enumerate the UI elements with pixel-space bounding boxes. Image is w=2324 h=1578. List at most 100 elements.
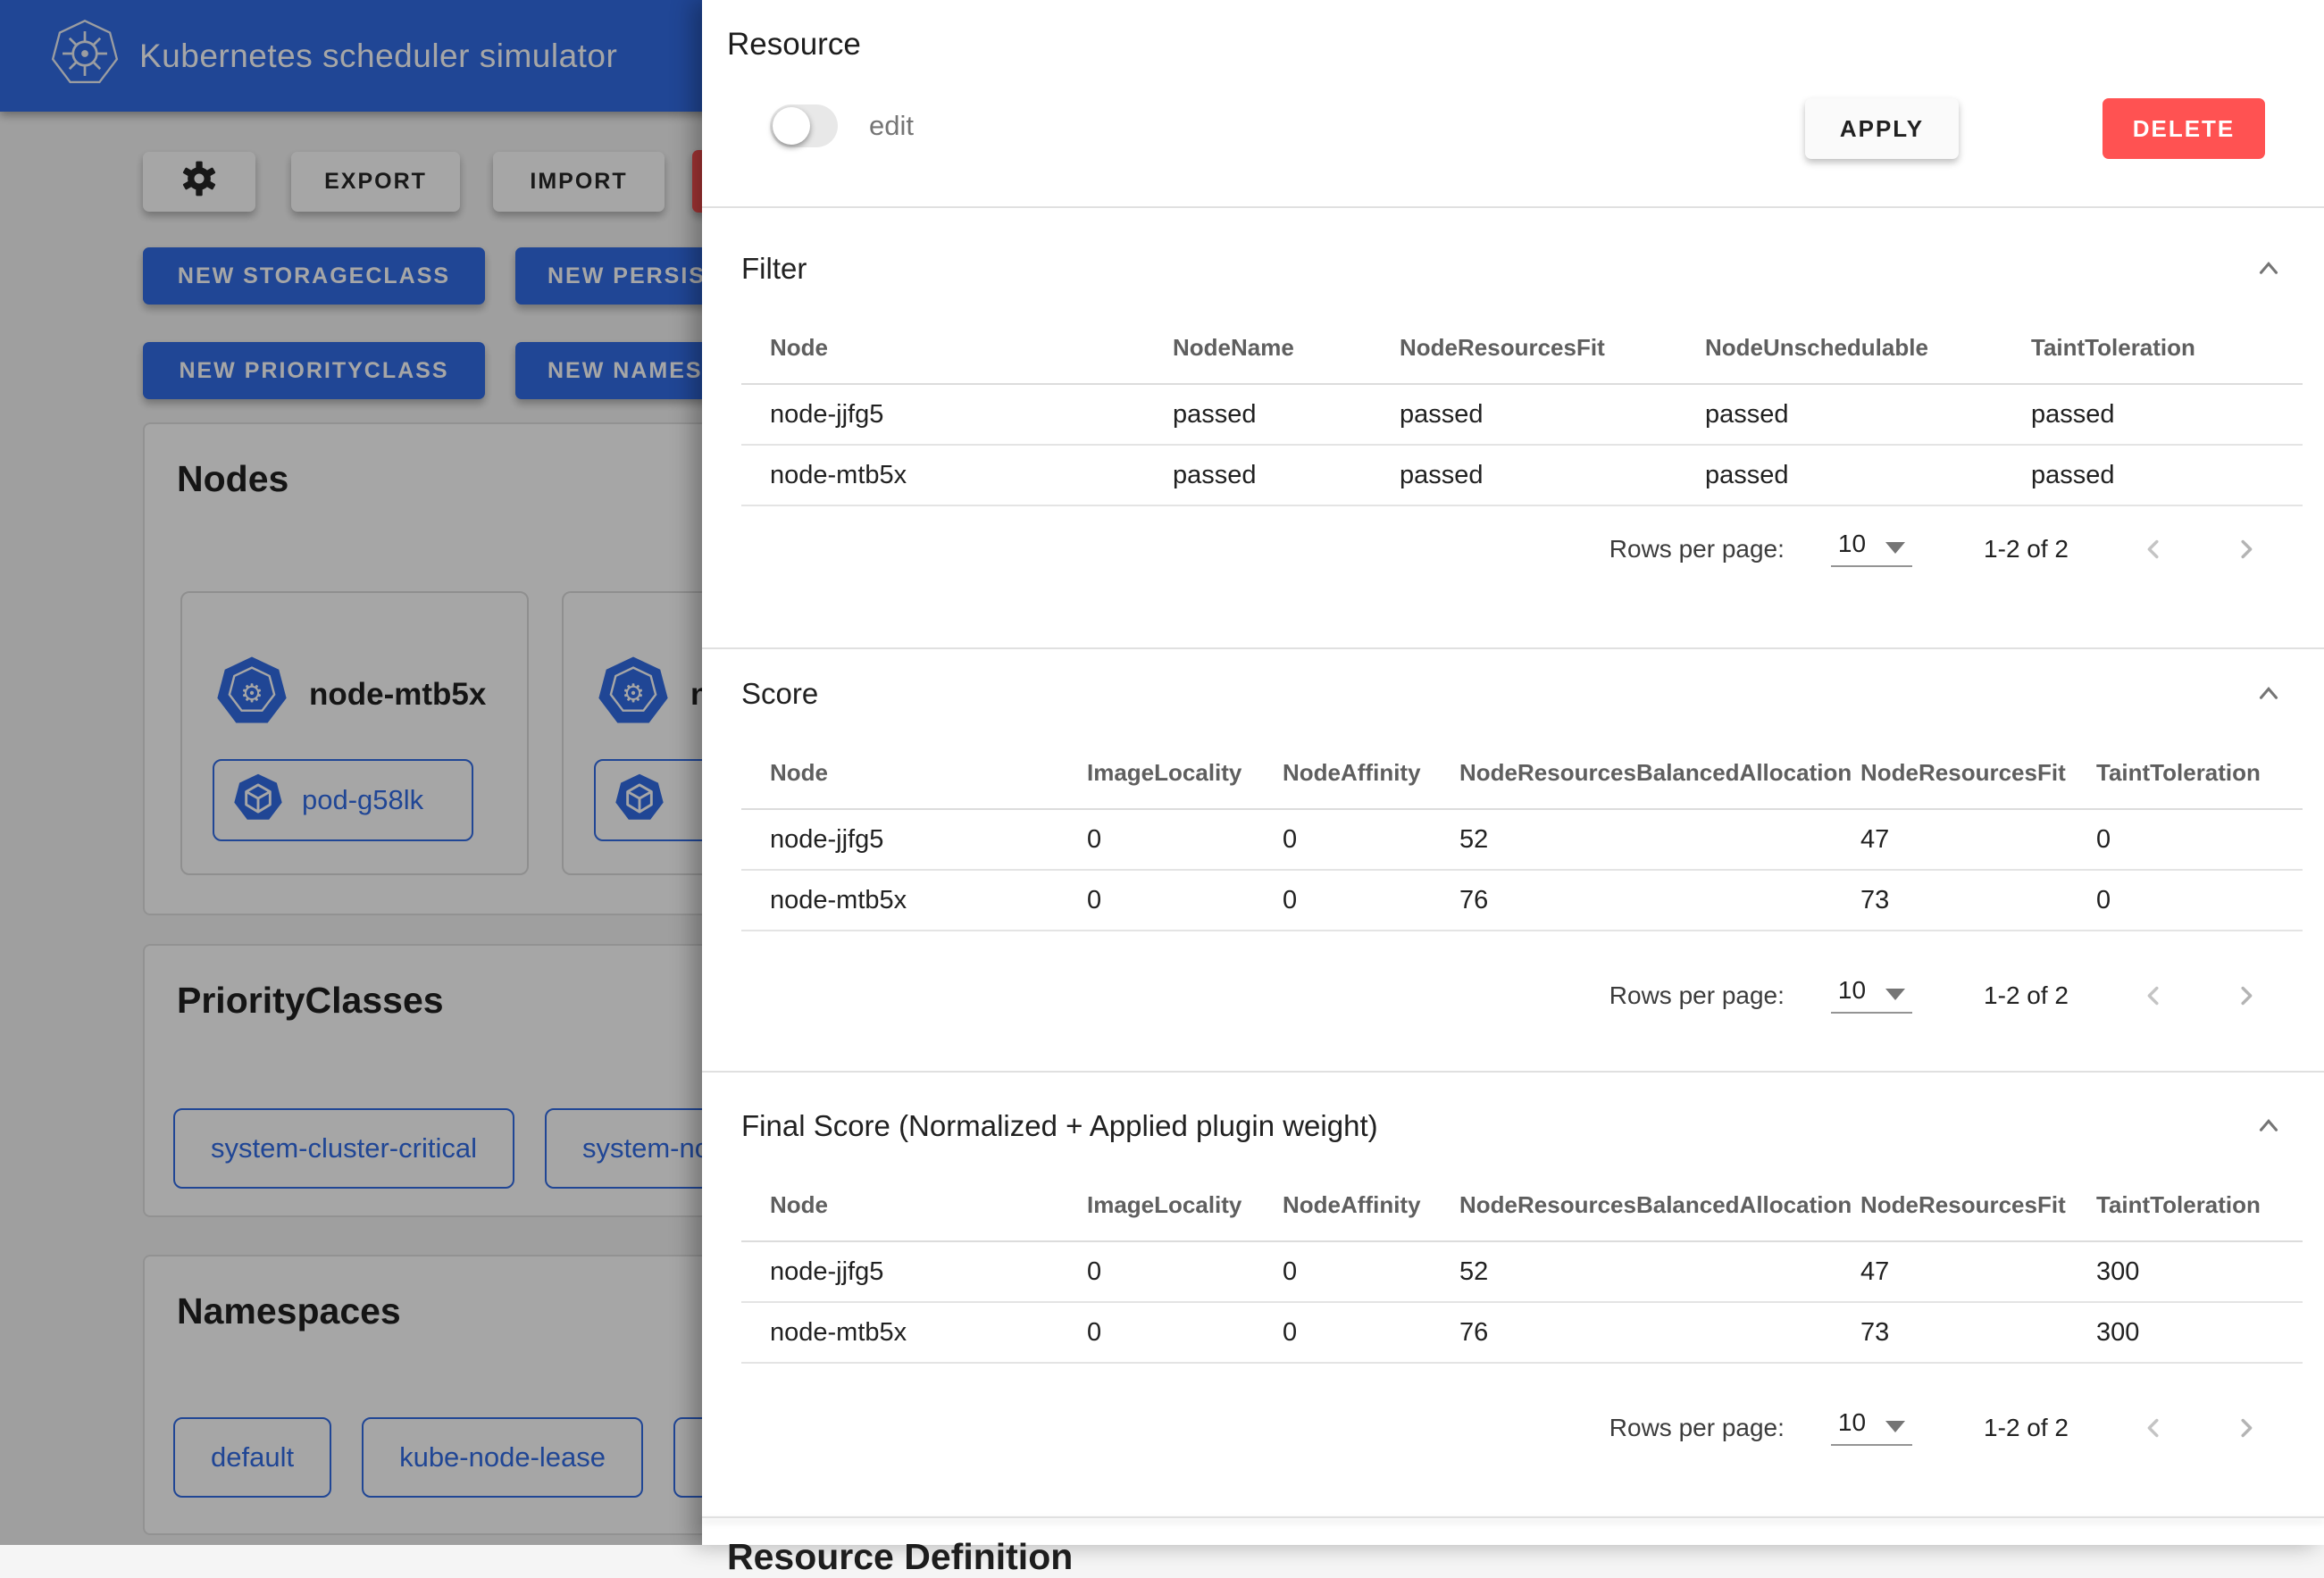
- final-score-section: Final Score (Normalized + Applied plugin…: [702, 1105, 2324, 1518]
- table-cell: passed: [1173, 445, 1400, 505]
- previous-page-button[interactable]: [2133, 1407, 2176, 1449]
- table-cell: node-mtb5x: [741, 870, 1087, 931]
- divider: [702, 1516, 2324, 1518]
- table-header-row: NodeNodeNameNodeResourcesFitNodeUnschedu…: [741, 312, 2303, 384]
- rows-per-page-label: Rows per page:: [1609, 1414, 1785, 1442]
- table-row: node-jjfg5005247300: [741, 1241, 2303, 1302]
- dropdown-arrow-icon: [1885, 1421, 1905, 1432]
- table-cell: 0: [2096, 809, 2303, 870]
- table-cell: passed: [1400, 445, 1705, 505]
- table-row: node-jjfg5passedpassedpassedpassed: [741, 384, 2303, 445]
- final-score-pagination: Rows per page: 10 1-2 of 2: [741, 1396, 2267, 1460]
- column-header: NodeResourcesBalancedAllocation: [1459, 737, 1860, 809]
- column-header: Node: [741, 737, 1087, 809]
- column-header: ImageLocality: [1087, 737, 1283, 809]
- table-cell: 52: [1459, 1241, 1860, 1302]
- next-page-button[interactable]: [2224, 974, 2267, 1017]
- table-cell: 0: [1087, 1302, 1283, 1363]
- table-cell: 47: [1860, 1241, 2096, 1302]
- table-cell: passed: [1705, 445, 2031, 505]
- divider: [702, 1071, 2324, 1073]
- table-cell: node-jjfg5: [741, 809, 1087, 870]
- previous-page-button[interactable]: [2133, 974, 2176, 1017]
- page-range-label: 1-2 of 2: [1984, 1414, 2069, 1442]
- score-pagination: Rows per page: 10 1-2 of 2: [741, 964, 2267, 1028]
- column-header: TaintToleration: [2031, 312, 2303, 384]
- filter-table: NodeNodeNameNodeResourcesFitNodeUnschedu…: [741, 312, 2303, 506]
- column-header: Node: [741, 312, 1173, 384]
- page-range-label: 1-2 of 2: [1984, 535, 2069, 564]
- table-cell: 52: [1459, 809, 1860, 870]
- rows-per-page-select[interactable]: 10: [1831, 978, 1912, 1014]
- next-page-button[interactable]: [2224, 528, 2267, 571]
- delete-button-label: DELETE: [2133, 115, 2236, 143]
- rows-per-page-select[interactable]: 10: [1831, 1410, 1912, 1446]
- score-section: Score NodeImageLocalityNodeAffinityNodeR…: [702, 672, 2324, 1073]
- table-cell: passed: [2031, 445, 2303, 505]
- table-cell: 47: [1860, 809, 2096, 870]
- table-cell: passed: [1705, 384, 2031, 445]
- table-header-row: NodeImageLocalityNodeAffinityNodeResourc…: [741, 1169, 2303, 1241]
- drawer-title: Resource: [727, 27, 2324, 63]
- apply-button-label: APPLY: [1840, 115, 1924, 143]
- table-row: node-mtb5xpassedpassedpassedpassed: [741, 445, 2303, 505]
- resource-drawer: Resource edit APPLY DELETE Filter NodeNo…: [702, 0, 2324, 1545]
- divider: [702, 647, 2324, 649]
- table-cell: 0: [1087, 870, 1283, 931]
- table-row: node-jjfg50052470: [741, 809, 2303, 870]
- chevron-up-icon[interactable]: [2247, 247, 2290, 290]
- dropdown-arrow-icon: [1885, 989, 1905, 1000]
- edit-toggle-knob: [773, 107, 810, 145]
- table-row: node-mtb5x0076730: [741, 870, 2303, 931]
- edit-toggle[interactable]: [770, 104, 838, 147]
- table-cell: 300: [2096, 1302, 2303, 1363]
- next-page-button[interactable]: [2224, 1407, 2267, 1449]
- table-cell: 76: [1459, 870, 1860, 931]
- table-cell: node-mtb5x: [741, 1302, 1087, 1363]
- filter-section: Filter NodeNodeNameNodeResourcesFitNodeU…: [702, 247, 2324, 649]
- rows-per-page-label: Rows per page:: [1609, 981, 1785, 1010]
- dropdown-arrow-icon: [1885, 542, 1905, 554]
- table-cell: 0: [1283, 870, 1459, 931]
- column-header: NodeAffinity: [1283, 1169, 1459, 1241]
- rows-per-page-value: 10: [1838, 978, 1866, 1003]
- table-cell: 76: [1459, 1302, 1860, 1363]
- final-score-section-title: Final Score (Normalized + Applied plugin…: [741, 1109, 1378, 1143]
- table-cell: 73: [1860, 870, 2096, 931]
- score-table: NodeImageLocalityNodeAffinityNodeResourc…: [741, 737, 2303, 931]
- table-cell: 0: [1087, 809, 1283, 870]
- divider: [702, 206, 2324, 208]
- column-header: Node: [741, 1169, 1087, 1241]
- table-cell: 73: [1860, 1302, 2096, 1363]
- resource-definition-title: Resource Definition: [727, 1536, 2324, 1578]
- table-row: node-mtb5x007673300: [741, 1302, 2303, 1363]
- chevron-up-icon[interactable]: [2247, 1105, 2290, 1148]
- column-header: NodeResourcesFit: [1860, 737, 2096, 809]
- rows-per-page-label: Rows per page:: [1609, 535, 1785, 564]
- delete-button[interactable]: DELETE: [2102, 98, 2265, 159]
- column-header: NodeResourcesFit: [1860, 1169, 2096, 1241]
- score-section-title: Score: [741, 677, 818, 711]
- apply-button[interactable]: APPLY: [1805, 98, 1959, 159]
- table-cell: 0: [2096, 870, 2303, 931]
- column-header: TaintToleration: [2096, 1169, 2303, 1241]
- page-range-label: 1-2 of 2: [1984, 981, 2069, 1010]
- rows-per-page-value: 10: [1838, 1410, 1866, 1435]
- table-cell: 0: [1283, 1302, 1459, 1363]
- table-cell: passed: [1400, 384, 1705, 445]
- column-header: NodeUnschedulable: [1705, 312, 2031, 384]
- table-cell: node-jjfg5: [741, 1241, 1087, 1302]
- column-header: NodeResourcesBalancedAllocation: [1459, 1169, 1860, 1241]
- previous-page-button[interactable]: [2133, 528, 2176, 571]
- column-header: TaintToleration: [2096, 737, 2303, 809]
- column-header: ImageLocality: [1087, 1169, 1283, 1241]
- edit-toggle-label: edit: [869, 98, 914, 154]
- table-cell: 0: [1283, 809, 1459, 870]
- column-header: NodeAffinity: [1283, 737, 1459, 809]
- column-header: NodeName: [1173, 312, 1400, 384]
- table-header-row: NodeImageLocalityNodeAffinityNodeResourc…: [741, 737, 2303, 809]
- table-cell: node-mtb5x: [741, 445, 1173, 505]
- chevron-up-icon[interactable]: [2247, 672, 2290, 715]
- rows-per-page-select[interactable]: 10: [1831, 531, 1912, 567]
- table-cell: 300: [2096, 1241, 2303, 1302]
